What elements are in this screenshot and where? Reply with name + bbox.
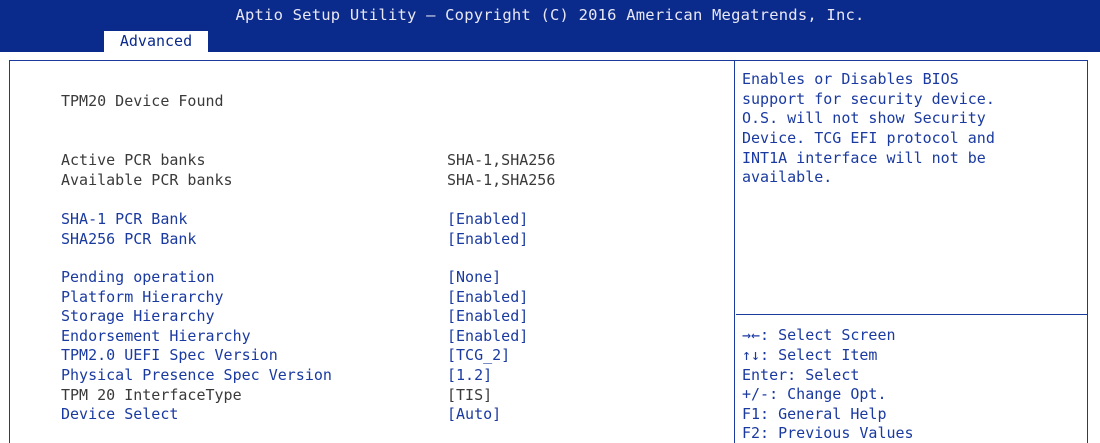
item-available-pcr-banks-value: SHA-1,SHA256 bbox=[447, 171, 556, 189]
item-tpm20-uefi-spec-version-value[interactable]: [TCG_2] bbox=[447, 346, 510, 364]
item-sha256-pcr-bank-value[interactable]: [Enabled] bbox=[447, 230, 528, 248]
item-device-select-value[interactable]: [Auto] bbox=[447, 405, 501, 423]
item-tpm20-interface-type-label: TPM 20 InterfaceType bbox=[61, 386, 242, 404]
key-hint-select-screen: →←: Select Screen bbox=[742, 326, 896, 344]
tab-advanced[interactable]: Advanced bbox=[104, 31, 208, 52]
item-tpm20-uefi-spec-version-label[interactable]: TPM2.0 UEFI Spec Version bbox=[61, 346, 278, 364]
help-text-line: support for security device. bbox=[742, 90, 995, 108]
item-active-pcr-banks-value: SHA-1,SHA256 bbox=[447, 151, 556, 169]
help-divider bbox=[736, 314, 1088, 315]
item-endorsement-hierarchy-value[interactable]: [Enabled] bbox=[447, 327, 528, 345]
item-tpm20-interface-type-value: [TIS] bbox=[447, 386, 493, 404]
title-bar: Aptio Setup Utility – Copyright (C) 2016… bbox=[0, 0, 1100, 52]
item-pending-operation-label[interactable]: Pending operation bbox=[61, 268, 215, 286]
item-storage-hierarchy-label[interactable]: Storage Hierarchy bbox=[61, 307, 215, 325]
help-text-line: O.S. will not show Security bbox=[742, 109, 986, 127]
help-text-line: Device. TCG EFI protocol and bbox=[742, 129, 995, 147]
item-security-device-support-label[interactable]: Security Device Support bbox=[61, 132, 269, 150]
help-text-line: available. bbox=[742, 168, 833, 186]
key-hint-previous-values: F2: Previous Values bbox=[742, 424, 914, 442]
tpm-device-found-info: TPM20 Device Found bbox=[61, 92, 224, 110]
app-title: Aptio Setup Utility – Copyright (C) 2016… bbox=[235, 6, 865, 24]
item-storage-hierarchy-value[interactable]: [Enabled] bbox=[447, 307, 528, 325]
item-security-device-support-value[interactable]: [Enable] bbox=[447, 132, 519, 150]
help-text-line: INT1A interface will not be bbox=[742, 149, 986, 167]
item-physical-presence-spec-version-value[interactable]: [1.2] bbox=[447, 366, 492, 384]
item-sha1-pcr-bank-value[interactable]: [Enabled] bbox=[447, 210, 528, 228]
item-platform-hierarchy-value[interactable]: [Enabled] bbox=[447, 288, 528, 306]
item-endorsement-hierarchy-label[interactable]: Endorsement Hierarchy bbox=[61, 327, 251, 345]
item-platform-hierarchy-label[interactable]: Platform Hierarchy bbox=[61, 288, 224, 306]
item-sha256-pcr-bank-label[interactable]: SHA256 PCR Bank bbox=[61, 230, 196, 248]
item-active-pcr-banks-label: Active PCR banks bbox=[61, 151, 206, 169]
help-text-line: Enables or Disables BIOS bbox=[742, 70, 959, 88]
item-device-select-label[interactable]: Device Select bbox=[61, 405, 178, 423]
panel-divider bbox=[734, 60, 735, 443]
item-physical-presence-spec-version-label[interactable]: Physical Presence Spec Version bbox=[61, 366, 332, 384]
key-hint-change-opt: +/-: Change Opt. bbox=[742, 385, 887, 403]
key-hint-select-item: ↑↓: Select Item bbox=[742, 346, 878, 364]
item-available-pcr-banks-label: Available PCR banks bbox=[61, 171, 233, 189]
item-sha1-pcr-bank-label[interactable]: SHA-1 PCR Bank bbox=[61, 210, 187, 228]
key-hint-enter: Enter: Select bbox=[742, 366, 860, 384]
item-pending-operation-value[interactable]: [None] bbox=[447, 268, 501, 286]
key-hint-general-help: F1: General Help bbox=[742, 405, 887, 423]
